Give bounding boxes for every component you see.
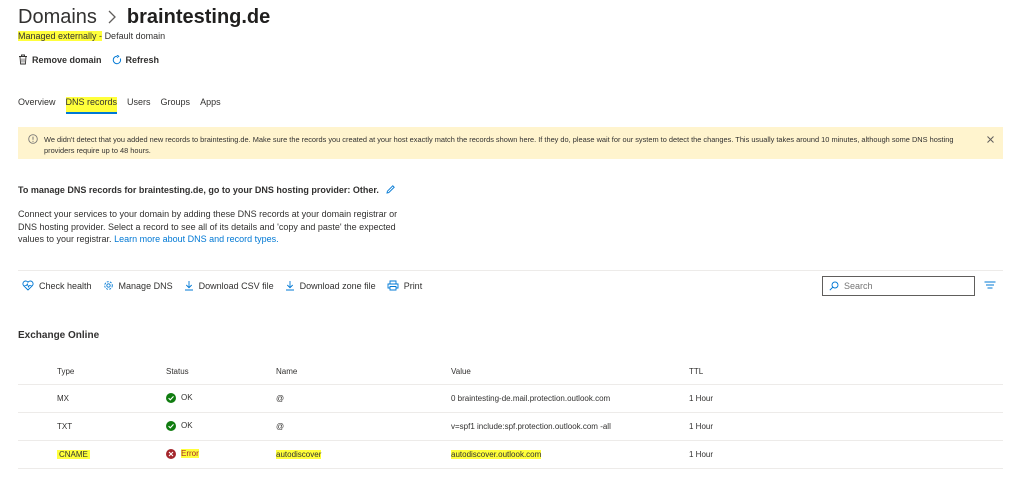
status-text: OK [181, 421, 193, 430]
download-csv-button[interactable]: Download CSV file [184, 280, 274, 291]
cell-ttl: 1 Hour [689, 440, 1003, 469]
cell-status: OK [166, 384, 276, 413]
cell-status: OK [166, 412, 276, 441]
tab-bar: Overview DNS records Users Groups Apps [18, 97, 221, 114]
warning-icon [28, 134, 38, 144]
error-circle-icon [166, 448, 176, 459]
search-box[interactable] [822, 276, 975, 296]
column-header-type[interactable]: Type [18, 358, 166, 385]
cell-type-text: CNAME [57, 450, 90, 459]
close-icon[interactable] [986, 135, 995, 144]
cell-name-text: autodiscover [276, 450, 322, 459]
filter-lines-icon[interactable] [984, 280, 996, 290]
heart-pulse-icon [22, 280, 34, 291]
status-text: OK [181, 393, 193, 402]
search-icon [829, 281, 839, 291]
trash-icon [18, 54, 28, 65]
refresh-label: Refresh [125, 54, 160, 65]
table-row[interactable]: CNAME Error autodiscover autodiscover.ou… [18, 440, 1003, 469]
column-header-value[interactable]: Value [451, 358, 689, 385]
cell-type: TXT [18, 412, 166, 441]
remove-domain-button[interactable]: Remove domain [18, 54, 102, 65]
remove-domain-label: Remove domain [32, 54, 102, 65]
domain-actions: Remove domain Refresh [18, 54, 159, 65]
cell-ttl: 1 Hour [689, 412, 1003, 441]
table-row[interactable]: TXT OK @ v=spf1 include:spf.protection.o… [18, 412, 1003, 441]
manage-dns-description: Connect your services to your domain by … [18, 208, 413, 246]
breadcrumb: Domains braintesting.de [18, 4, 270, 30]
table-header-row: Type Status Name Value TTL [18, 358, 1003, 385]
banner-message: We didn't detect that you added new reco… [44, 135, 954, 155]
default-domain-text: Default domain [104, 31, 166, 41]
manage-dns-label: Manage DNS [118, 280, 173, 291]
manage-dns-button[interactable]: Manage DNS [103, 280, 173, 291]
search-input[interactable] [844, 281, 964, 291]
cell-name: @ [276, 412, 451, 441]
tab-groups[interactable]: Groups [161, 97, 191, 114]
check-circle-icon [166, 420, 176, 431]
cell-ttl: 1 Hour [689, 384, 1003, 413]
domain-subtitle: Managed externally - Default domain [18, 31, 165, 41]
printer-icon [387, 280, 399, 291]
column-header-name[interactable]: Name [276, 358, 451, 385]
manage-dns-heading: To manage DNS records for braintesting.d… [18, 184, 396, 195]
download-icon [285, 280, 295, 291]
cell-value-text: autodiscover.outlook.com [451, 450, 542, 459]
managed-status-text: Managed externally - [18, 31, 103, 41]
print-button[interactable]: Print [387, 280, 423, 291]
print-label: Print [403, 280, 423, 291]
column-header-status[interactable]: Status [166, 358, 276, 385]
column-header-ttl[interactable]: TTL [689, 358, 1003, 385]
refresh-icon [112, 54, 122, 65]
cell-type: CNAME [18, 440, 166, 469]
cell-value: v=spf1 include:spf.protection.outlook.co… [451, 412, 689, 441]
tab-users[interactable]: Users [127, 97, 151, 114]
tab-overview[interactable]: Overview [18, 97, 56, 114]
cell-name: @ [276, 384, 451, 413]
status-text: Error [181, 449, 199, 458]
tab-dns-records[interactable]: DNS records [65, 97, 118, 114]
download-csv-label: Download CSV file [198, 280, 274, 291]
check-health-label: Check health [39, 280, 92, 291]
cell-type: MX [18, 384, 166, 413]
section-title: Exchange Online [18, 330, 100, 341]
divider [18, 270, 1003, 271]
cell-status: Error [166, 440, 276, 469]
cell-name: autodiscover [276, 440, 451, 469]
cell-value: 0 braintesting-de.mail.protection.outloo… [451, 384, 689, 413]
edit-pencil-icon[interactable] [385, 184, 396, 195]
refresh-button[interactable]: Refresh [112, 54, 160, 65]
dns-records-table: Type Status Name Value TTL MX OK @ 0 bra… [18, 358, 1003, 469]
cell-value: autodiscover.outlook.com [451, 440, 689, 469]
download-zone-button[interactable]: Download zone file [285, 280, 376, 291]
warning-banner: We didn't detect that you added new reco… [18, 127, 1003, 159]
page-title: braintesting.de [126, 5, 271, 28]
breadcrumb-domains-link[interactable]: Domains [18, 6, 97, 29]
learn-more-link[interactable]: Learn more about DNS and record types. [114, 234, 279, 244]
tab-apps[interactable]: Apps [200, 97, 221, 114]
download-icon [184, 280, 194, 291]
chevron-right-icon [103, 7, 121, 27]
table-row[interactable]: MX OK @ 0 braintesting-de.mail.protectio… [18, 384, 1003, 413]
dns-toolbar: Check health Manage DNS Download CSV fil… [22, 280, 422, 291]
check-circle-icon [166, 392, 176, 403]
check-health-button[interactable]: Check health [22, 280, 92, 291]
download-zone-label: Download zone file [299, 280, 376, 291]
gear-icon [103, 280, 114, 291]
manage-dns-heading-text: To manage DNS records for braintesting.d… [18, 184, 379, 195]
